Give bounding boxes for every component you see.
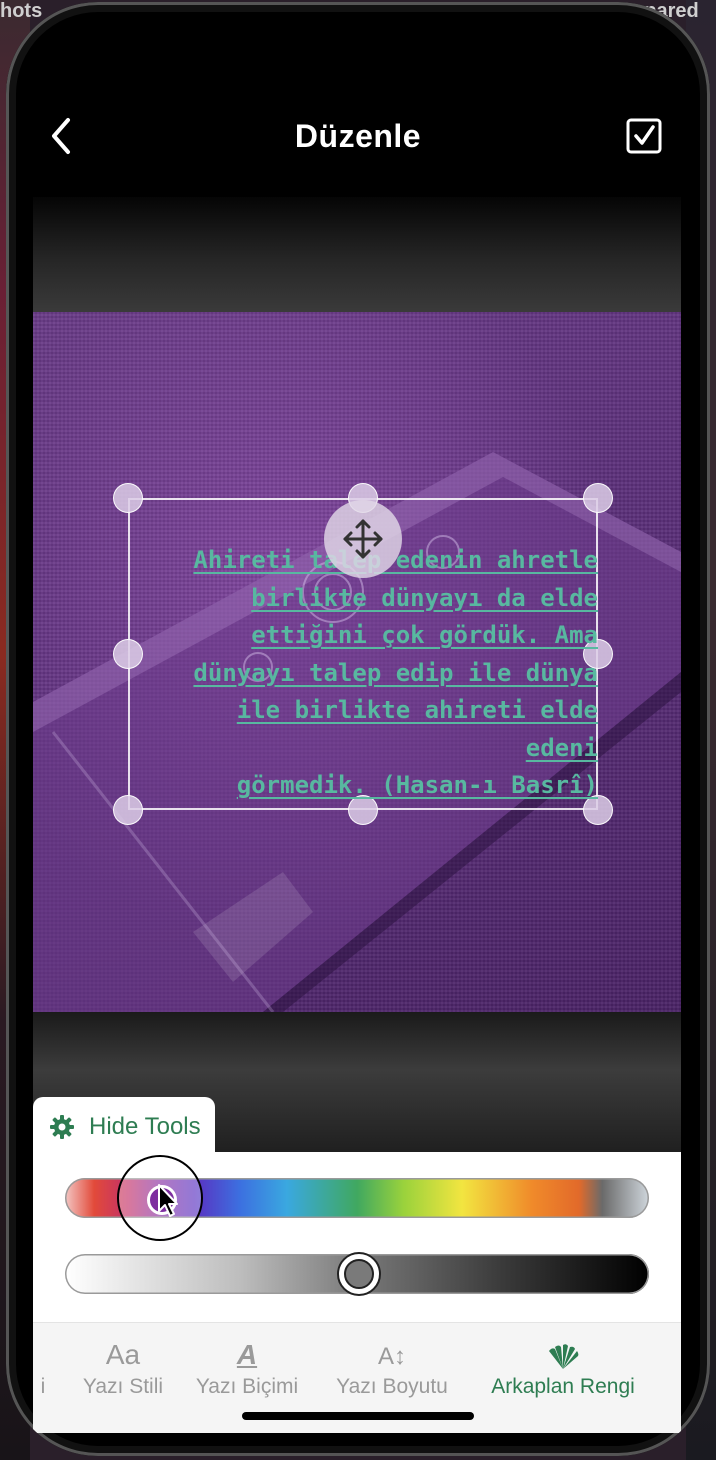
quote-line: ettiğini çok gördük. Ama	[251, 621, 598, 649]
resize-handle-bottom-left[interactable]	[113, 795, 143, 825]
luminance-slider[interactable]	[65, 1252, 649, 1296]
checkbox-check-icon	[626, 118, 662, 154]
text-size-icon: A↕	[377, 1343, 406, 1370]
luminance-slider-thumb[interactable]	[337, 1252, 381, 1296]
tab-label: Yazı Boyutu	[336, 1375, 448, 1398]
hide-tools-button[interactable]: Hide Tools	[33, 1097, 215, 1157]
background-photo: Ahireti talep edenin ahretle birlikte dü…	[33, 312, 681, 1012]
quote-line: ile birlikte ahireti elde edeni	[236, 696, 598, 762]
text-style-icon: Aa	[105, 1339, 141, 1370]
header: Düzenle	[6, 102, 710, 172]
home-indicator	[242, 1412, 474, 1420]
confirm-button[interactable]	[626, 118, 662, 154]
tab-arkaplan-rengi[interactable]: Arkaplan Rengi	[478, 1323, 648, 1413]
tab-label: Yazı Stili	[82, 1375, 164, 1398]
photo-strip-top	[33, 197, 681, 312]
hue-slider[interactable]	[65, 1155, 649, 1241]
desktop-label-left: hots	[0, 0, 43, 22]
page-title: Düzenle	[294, 118, 422, 154]
quote-text[interactable]: Ahireti talep edenin ahretle birlikte dü…	[158, 542, 598, 805]
quote-line: görmedik. (Hasan-ı Basrî)	[236, 771, 598, 799]
move-handle[interactable]	[324, 500, 402, 578]
tab-label: i	[40, 1375, 46, 1398]
fan-icon	[546, 1337, 580, 1371]
tab-partial[interactable]: i	[33, 1323, 53, 1413]
color-tools-panel	[33, 1152, 681, 1322]
tab-label: Arkaplan Rengi	[491, 1375, 635, 1398]
gear-icon	[50, 1115, 74, 1139]
tab-yazi-stili[interactable]: Aa Yazı Stili	[73, 1323, 173, 1413]
tab-label: Yazı Biçimi	[195, 1375, 299, 1398]
resize-handle-left[interactable]	[113, 639, 143, 669]
resize-handle-top-left[interactable]	[113, 483, 143, 513]
quote-line: dünyayı talep edip ile dünya	[193, 658, 598, 687]
quote-line: birlikte dünyayı da elde	[251, 583, 598, 612]
resize-handle-top-right[interactable]	[583, 483, 613, 513]
phone-frame: Düzenle Ahireti edenin ahretle birlikte …	[6, 2, 710, 1456]
tab-yazi-boyutu[interactable]: A↕ Yazı Boyutu	[328, 1323, 456, 1413]
mouse-pointer-icon	[158, 1184, 178, 1217]
move-arrows-icon	[343, 519, 383, 559]
editor-canvas[interactable]: Ahireti talep edenin ahretle birlikte dü…	[33, 197, 681, 1157]
text-format-icon: A	[236, 1339, 258, 1370]
hide-tools-label: Hide Tools	[89, 1113, 201, 1140]
tab-yazi-bicimi[interactable]: A Yazı Biçimi	[188, 1323, 306, 1413]
